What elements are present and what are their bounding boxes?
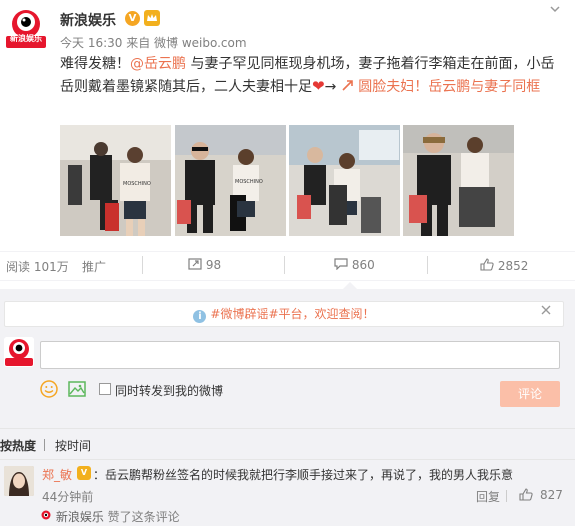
my-avatar[interactable] <box>4 337 34 367</box>
liked-by-line: 新浪娱乐 赞了这条评论 <box>40 508 180 525</box>
emoji-icon[interactable] <box>40 380 58 398</box>
like-button[interactable]: 2852 <box>480 258 528 273</box>
arrow-text: → <box>324 79 337 95</box>
vip-badge-icon[interactable]: V <box>77 466 91 480</box>
svg-text:MOSCHINO: MOSCHINO <box>123 181 151 187</box>
comment-text: ：岳云鹏帮粉丝签名的时候我就把行李顺手接过来了，再说了，我的男人我乐意 <box>93 468 514 482</box>
photo-1[interactable]: MOSCHINO <box>60 125 171 236</box>
photo-4[interactable] <box>403 125 514 236</box>
post-text-start: 难得发糖！ <box>60 56 130 72</box>
image-icon[interactable] <box>68 380 86 398</box>
caret-up-icon <box>343 282 357 289</box>
divider <box>427 256 428 274</box>
heart-icon: ❤ <box>312 77 325 95</box>
photo-2[interactable]: MOSCHINO <box>175 125 286 236</box>
submit-comment-button[interactable]: 评论 <box>500 381 560 407</box>
like-count: 2852 <box>497 259 529 273</box>
comment-button[interactable]: 860 <box>334 258 375 272</box>
photo-3[interactable] <box>289 125 400 236</box>
divider <box>44 439 45 451</box>
divider <box>284 256 285 274</box>
promote-button[interactable]: 推广 <box>82 258 106 275</box>
liked-by-avatar-icon <box>40 510 52 524</box>
post-meta: 今天 16:30 来自 微博 weibo.com <box>60 36 247 50</box>
divider <box>506 490 507 502</box>
verified-icon[interactable]: V <box>125 11 140 26</box>
svg-text:MOSCHINO: MOSCHINO <box>235 179 263 185</box>
video-link[interactable]: 圆脸夫妇！岳云鹏与妻子同框 <box>358 79 540 95</box>
notice-text: 平台，欢迎查阅！ <box>278 307 375 321</box>
commenter-avatar[interactable] <box>4 466 34 496</box>
sort-by-time-tab[interactable]: 按时间 <box>55 437 91 454</box>
account-name[interactable]: 新浪娱乐 <box>60 10 116 30</box>
vip-crown-icon[interactable] <box>144 10 160 26</box>
repost-count: 98 <box>205 258 222 272</box>
avatar-logo-text: 新浪娱乐 <box>10 34 42 43</box>
repost-icon <box>188 258 202 272</box>
liked-by-suffix: 赞了这条评论 <box>103 510 180 524</box>
comment-count: 860 <box>351 258 375 272</box>
repost-checkbox-label[interactable]: 同时转发到我的微博 <box>115 382 223 399</box>
reply-button[interactable]: 回复 <box>476 488 500 505</box>
divider <box>142 256 143 274</box>
comment-like-icon[interactable] <box>519 488 533 504</box>
comment-time: 44分钟前 <box>42 490 94 504</box>
read-count: 阅读 101万 <box>6 260 69 274</box>
comment-input[interactable] <box>40 341 560 369</box>
repost-checkbox[interactable] <box>99 383 111 395</box>
notice-topic[interactable]: #微博辟谣# <box>210 307 278 321</box>
liked-by-name[interactable]: 新浪娱乐 <box>56 510 104 524</box>
comment-author[interactable]: 郑_敏 <box>42 466 72 483</box>
comment-icon <box>334 258 348 272</box>
comment-like-count: 827 <box>540 488 563 502</box>
rumor-notice[interactable]: i #微博辟谣#平台，欢迎查阅！ <box>4 301 564 327</box>
link-icon[interactable] <box>341 79 358 95</box>
info-icon: i <box>193 310 207 323</box>
chevron-down-icon[interactable] <box>545 2 565 18</box>
sort-by-hot-tab[interactable]: 按热度 <box>0 437 36 454</box>
repost-button[interactable]: 98 <box>188 258 221 272</box>
thumbs-up-icon <box>480 258 494 273</box>
post-text: 难得发糖！@岳云鹏 与妻子罕见同框现身机场，妻子拖着行李箱走在前面，小岳岳则戴着… <box>60 53 560 98</box>
close-icon[interactable] <box>540 304 552 319</box>
mention-link[interactable]: @岳云鹏 <box>130 56 186 72</box>
